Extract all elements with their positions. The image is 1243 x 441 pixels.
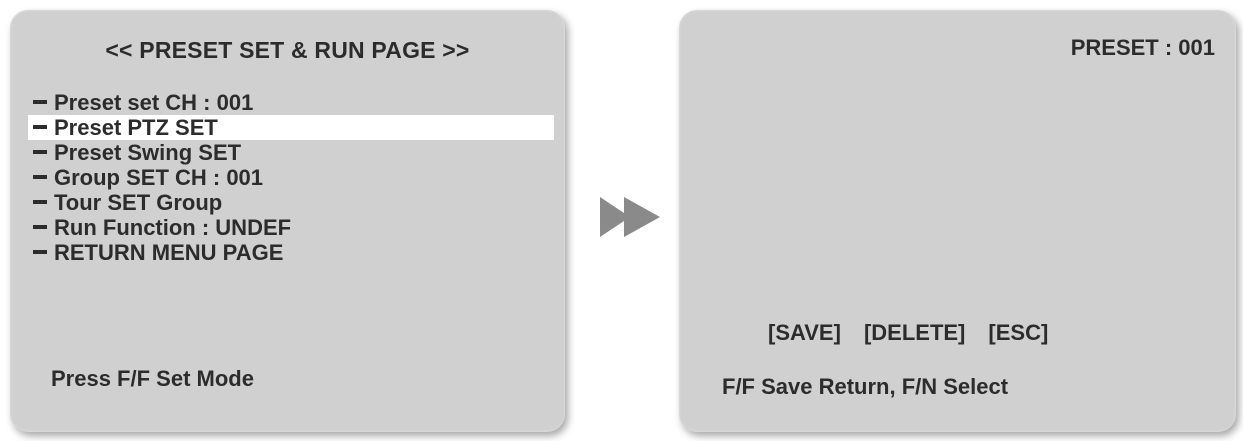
menu-item-label: Tour SET Group [54, 190, 223, 215]
menu-item-label: Group SET CH : 001 [54, 165, 264, 190]
dash-bullet-icon [33, 125, 47, 130]
dash-bullet-icon [33, 225, 47, 230]
save-button[interactable]: [SAVE] [768, 320, 841, 346]
menu-item-return-menu-page[interactable]: RETURN MENU PAGE [10, 240, 565, 265]
preset-set-run-menu-screen: << PRESET SET & RUN PAGE >> Preset set C… [10, 10, 565, 432]
menu-item-group-set-ch[interactable]: Group SET CH : 001 [10, 165, 565, 190]
preset-ptz-set-screen: PRESET : 001 [SAVE] [DELETE] [ESC] F/F Sav… [679, 10, 1236, 432]
dash-bullet-icon [33, 100, 47, 105]
menu-item-label: Preset PTZ SET [54, 115, 218, 140]
instruction-text: Press F/F Set Mode [51, 366, 254, 391]
double-arrow-right-icon [600, 197, 660, 237]
menu-item-label: Run Function : UNDEF [54, 215, 292, 240]
delete-button[interactable]: [DELETE] [864, 320, 965, 346]
esc-button[interactable]: [ESC] [988, 320, 1048, 346]
instruction-text: F/F Save Return, F/N Select [722, 374, 1009, 399]
dash-bullet-icon [33, 175, 47, 180]
dash-bullet-icon [33, 150, 47, 155]
menu-item-preset-set-ch[interactable]: Preset set CH : 001 [10, 90, 565, 115]
menu-item-preset-ptz-set[interactable]: Preset PTZ SET [28, 115, 554, 140]
menu-list: Preset set CH : 001 Preset PTZ SET Prese… [10, 90, 565, 265]
menu-item-label: RETURN MENU PAGE [54, 240, 284, 265]
menu-item-label: Preset set CH : 001 [54, 90, 254, 115]
menu-title: << PRESET SET & RUN PAGE >> [105, 37, 470, 63]
action-button-row: [SAVE] [DELETE] [ESC] [768, 320, 1071, 346]
preset-number-label: PRESET : 001 [1070, 35, 1215, 60]
menu-item-run-function[interactable]: Run Function : UNDEF [10, 215, 565, 240]
menu-item-tour-set-group[interactable]: Tour SET Group [10, 190, 565, 215]
dash-bullet-icon [33, 200, 47, 205]
menu-item-label: Preset Swing SET [54, 140, 242, 165]
dash-bullet-icon [33, 250, 47, 255]
menu-item-preset-swing-set[interactable]: Preset Swing SET [10, 140, 565, 165]
